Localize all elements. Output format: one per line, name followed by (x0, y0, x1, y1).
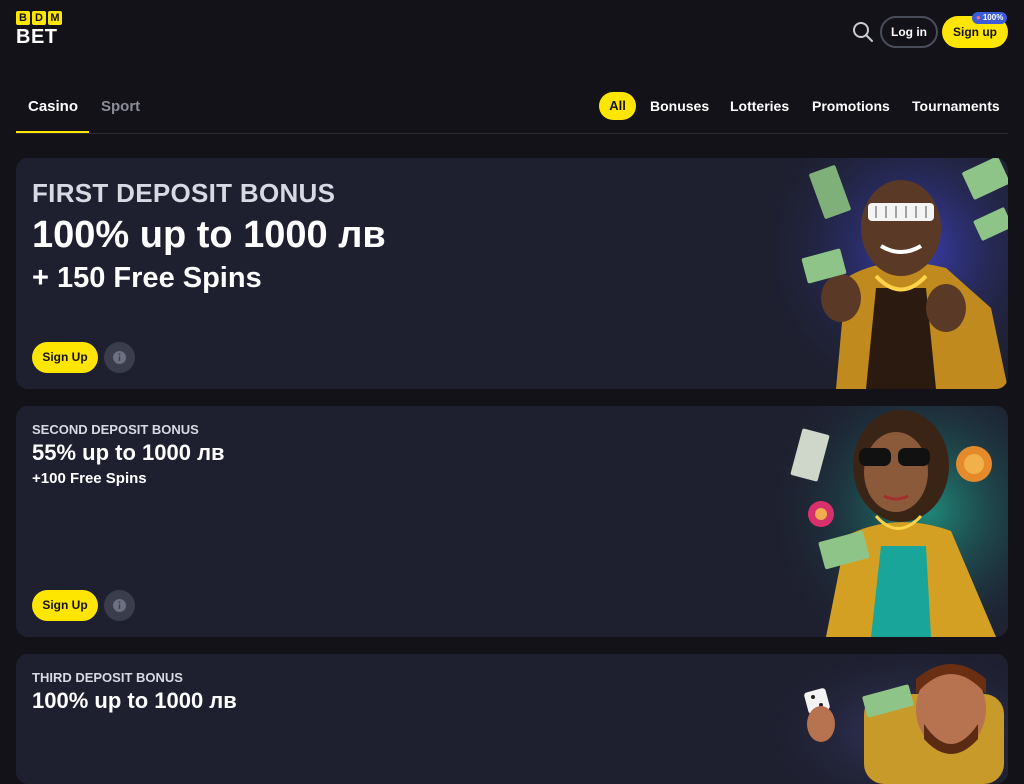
logo-wordmark: BET (16, 26, 58, 48)
brand-logo[interactable]: B D M BET (16, 11, 62, 49)
promo-amount: 55% up to 1000 лв (32, 440, 225, 465)
promo-signup-button[interactable]: Sign Up (32, 342, 98, 373)
promo-label: THIRD DEPOSIT BONUS (32, 670, 183, 685)
signup-badge-text: 100% (982, 13, 1004, 22)
character-illustration-man (776, 158, 1008, 389)
promo-amount: 100% up to 1000 лв (32, 214, 386, 256)
header: B D M BET Log in Sign up ● 100% (0, 0, 1024, 64)
promo-label: SECOND DEPOSIT BONUS (32, 422, 199, 437)
character-illustration-bearded-man (776, 654, 1008, 784)
info-icon[interactable] (104, 590, 135, 621)
logo-letter: D (32, 11, 46, 25)
promo-label: FIRST DEPOSIT BONUS (32, 178, 336, 208)
promo-signup-button[interactable]: Sign Up (32, 590, 98, 621)
tab-sport[interactable]: Sport (101, 98, 140, 115)
logo-letters: B D M (16, 11, 62, 25)
logo-letter: B (16, 11, 30, 25)
filter-lotteries[interactable]: Lotteries (730, 98, 789, 114)
logo-letter: M (48, 11, 62, 25)
category-nav: Casino Sport All Bonuses Lotteries Promo… (16, 92, 1008, 134)
filter-bonuses[interactable]: Bonuses (650, 98, 709, 114)
promo-free-spins: +100 Free Spins (32, 470, 147, 487)
filter-tournaments[interactable]: Tournaments (912, 98, 1000, 114)
filter-all[interactable]: All (599, 92, 636, 120)
search-icon[interactable] (852, 21, 876, 45)
tab-casino[interactable]: Casino (28, 98, 78, 115)
promo-card-second-deposit[interactable]: SECOND DEPOSIT BONUS 55% up to 1000 лв +… (16, 406, 1008, 637)
login-button[interactable]: Log in (880, 16, 938, 48)
promo-card-third-deposit[interactable]: THIRD DEPOSIT BONUS 100% up to 1000 лв (16, 654, 1008, 784)
promo-card-first-deposit[interactable]: FIRST DEPOSIT BONUS 100% up to 1000 лв +… (16, 158, 1008, 389)
info-icon[interactable] (104, 342, 135, 373)
character-illustration-woman (776, 406, 1008, 637)
promo-amount: 100% up to 1000 лв (32, 688, 237, 713)
filter-promotions[interactable]: Promotions (812, 98, 890, 114)
promo-free-spins: + 150 Free Spins (32, 262, 262, 294)
gift-icon: ● (976, 13, 981, 22)
active-tab-indicator (16, 131, 89, 133)
signup-bonus-badge: ● 100% (972, 12, 1008, 24)
